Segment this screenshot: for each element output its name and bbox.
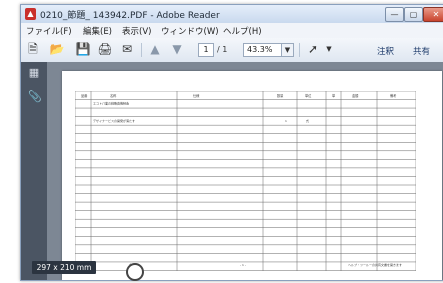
email-icon[interactable]: ✉ (119, 41, 135, 57)
page-number-input[interactable]: 1 (198, 43, 214, 57)
menu-bar: ファイル(F) 編集(E) 表示(V) ウィンドウ(W) ヘルプ(H) (21, 23, 443, 38)
next-page-icon[interactable]: ▼ (170, 41, 184, 57)
window-title: 0210_節題_ 143942.PDF - Adobe Reader (40, 11, 220, 21)
header-qty: 数量 (277, 93, 284, 98)
previous-page-icon[interactable]: ▲ (148, 41, 162, 57)
page-mark: - 1 - (240, 263, 246, 267)
open-file-icon[interactable]: 📂 (49, 41, 65, 57)
row-3-unit: 式 (306, 118, 309, 123)
adobe-reader-icon: ▲ (25, 8, 36, 20)
menu-help[interactable]: ヘルプ(H) (223, 25, 262, 37)
header-name: 名称 (110, 93, 117, 98)
page-size-badge: 297 x 210 mm (32, 261, 96, 274)
title-bar: ▲ 0210_節題_ 143942.PDF - Adobe Reader — ▢… (21, 5, 443, 23)
loading-cursor-icon (126, 263, 144, 281)
document-view[interactable]: 品番 名称 仕様 数量 単位 単 金額 備考 エコトパ業の戦略責機制造 デザイナ… (47, 62, 443, 280)
toolbar-separator (141, 43, 142, 57)
share-button[interactable]: 共有 (413, 45, 430, 57)
close-button[interactable]: ✕ (423, 7, 443, 22)
header-note: 備考 (390, 93, 396, 98)
menu-window[interactable]: ウィンドウ(W) (161, 25, 219, 37)
select-tool-icon[interactable]: ➚ (305, 41, 321, 57)
zoom-dropdown-icon[interactable]: ▼ (281, 43, 294, 57)
navigation-pane: ▦ 📎 (21, 62, 47, 280)
menu-view[interactable]: 表示(V) (122, 25, 151, 37)
row-3-qty: 1 (285, 119, 287, 123)
toolbar-separator (299, 43, 300, 57)
toolbar: 🗎 📂 💾 🖨 ✉ ▲ ▼ 1 / 1 43.3% ▼ ➚ ▼ 注釈 共有 (21, 38, 443, 63)
attachments-icon[interactable]: 📎 (28, 90, 42, 103)
header-unit: 単位 (305, 93, 312, 98)
row-1-name: エコトパ業の戦略責機制造 (93, 101, 129, 106)
tool-dropdown-icon[interactable]: ▼ (324, 41, 334, 57)
comment-button[interactable]: 注釈 (377, 45, 394, 57)
page-total: / 1 (217, 45, 228, 54)
row-3-name: デザイナービスの開発が満たす (93, 118, 135, 123)
menu-edit[interactable]: 編集(E) (83, 25, 112, 37)
save-icon[interactable]: 💾 (75, 41, 91, 57)
footer-note: ヘルプ・ツールーの共有文書を開きます (348, 262, 402, 267)
print-icon[interactable]: 🖨 (97, 41, 113, 57)
minimize-button[interactable]: — (385, 7, 404, 22)
zoom-input[interactable]: 43.3% (243, 43, 282, 57)
menu-file[interactable]: ファイル(F) (26, 25, 72, 37)
maximize-button[interactable]: ▢ (404, 7, 423, 22)
header-spec: 仕様 (193, 93, 200, 98)
header-item-no: 品番 (81, 93, 88, 98)
pdf-page: 品番 名称 仕様 数量 単位 単 金額 備考 エコトパ業の戦略責機制造 デザイナ… (62, 71, 442, 280)
create-pdf-icon[interactable]: 🗎 (25, 41, 41, 57)
header-amount: 金額 (352, 93, 359, 98)
header-price: 単 (332, 93, 336, 98)
adobe-reader-window: ▲ 0210_節題_ 143942.PDF - Adobe Reader — ▢… (20, 4, 443, 281)
estimate-table: 品番 名称 仕様 数量 単位 単 金額 備考 エコトパ業の戦略責機制造 デザイナ… (75, 91, 416, 271)
page-thumbnails-icon[interactable]: ▦ (28, 66, 40, 79)
